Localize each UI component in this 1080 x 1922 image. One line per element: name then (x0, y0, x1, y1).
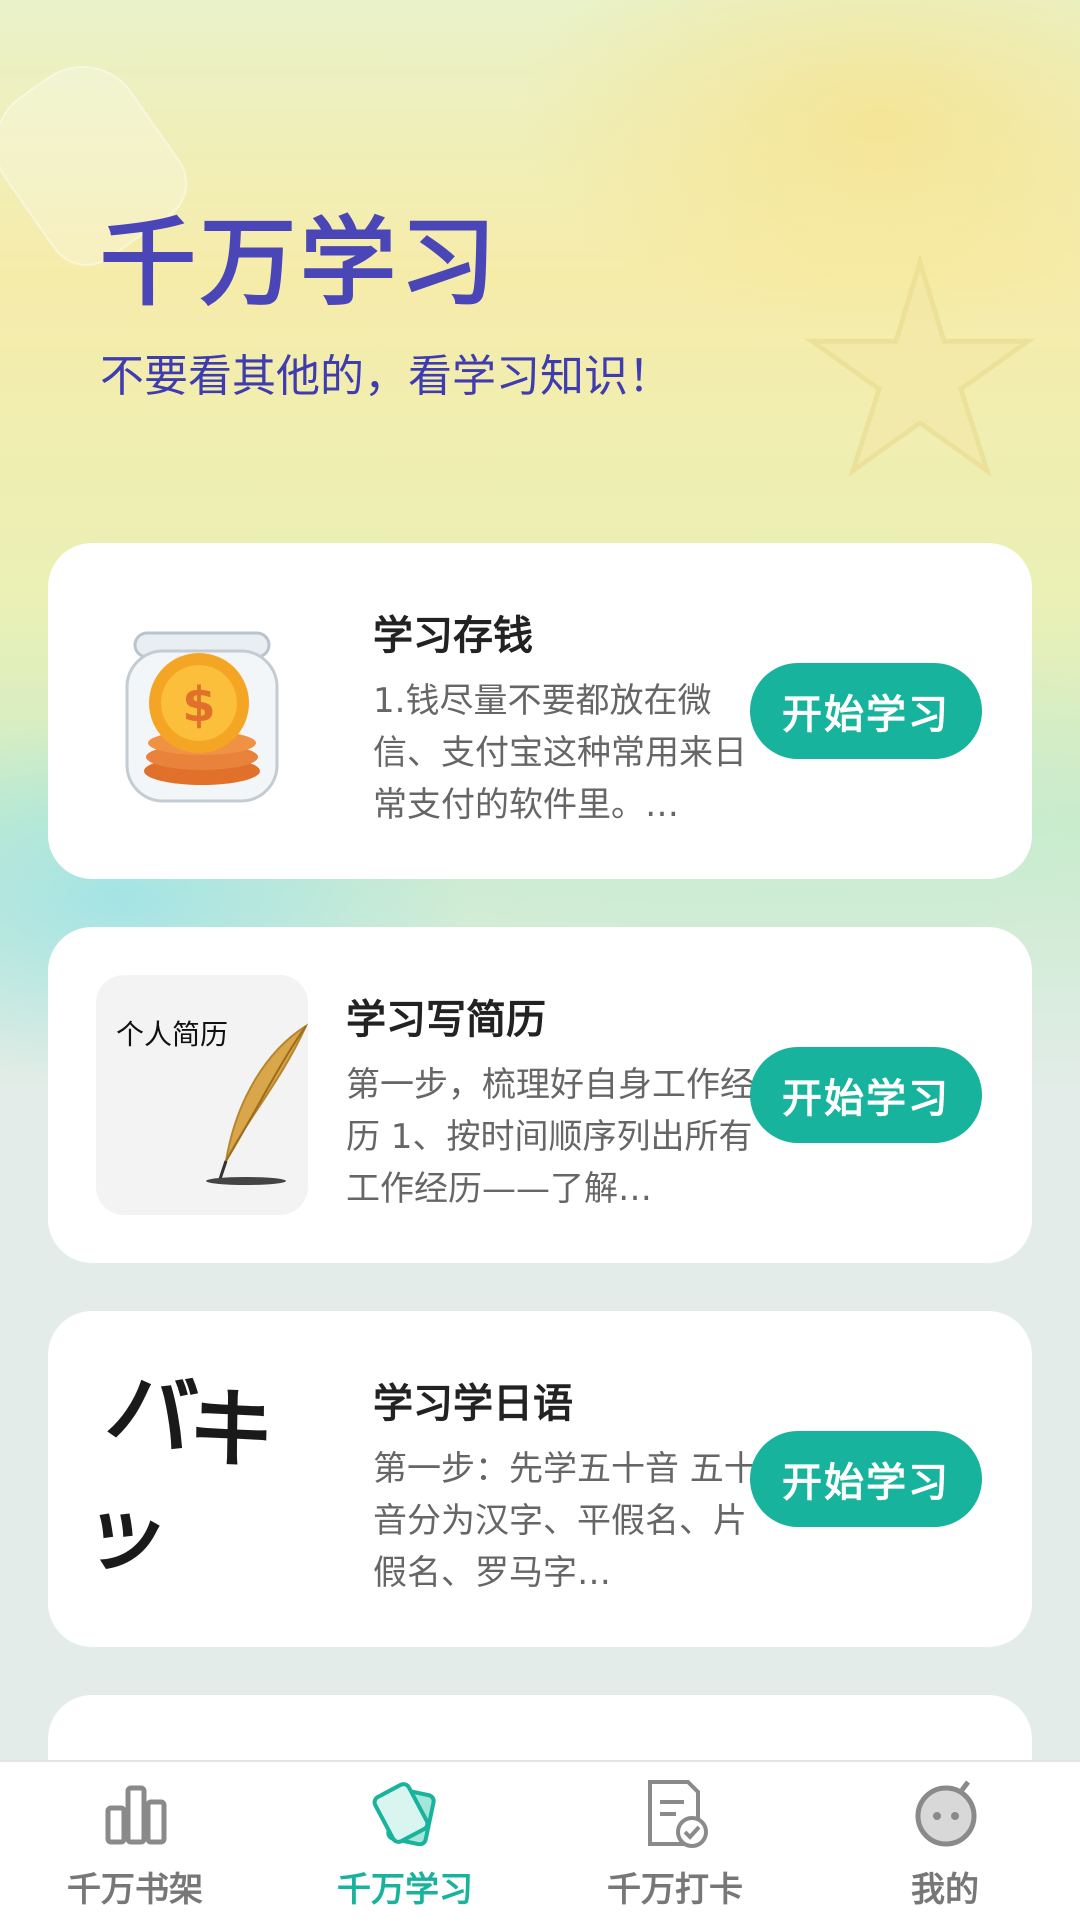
tab-label: 我的 (911, 1870, 979, 1910)
tab-checkin[interactable]: 千万打卡 (540, 1762, 810, 1922)
course-card-japanese[interactable]: バキッ 学习学日语 第一步：先学五十音 五十音分为汉字、平假名、片假名、罗马字…… (48, 1311, 1032, 1647)
start-learning-button[interactable]: 开始学习 (750, 663, 982, 759)
start-learning-button[interactable]: 开始学习 (750, 1431, 982, 1527)
course-thumbnail: 个人简历 (96, 975, 309, 1215)
course-description: 1.钱尽量不要都放在微信、支付宝这种常用来日常支付的软件里。… (373, 681, 747, 825)
course-thumbnail: $ (96, 591, 308, 831)
bottom-tab-bar: 千万书架 千万学习 千万打卡 我的 (0, 1760, 1080, 1922)
page-subtitle: 不要看其他的，看学习知识！ (100, 351, 672, 402)
course-card-resume[interactable]: 个人简历 学习写简历 第一步，梳理好自身工作经历 1、按时间顺序列出所有工作经历… (48, 927, 1032, 1263)
profile-face-icon (915, 1780, 977, 1847)
starfish-decoration-icon (804, 253, 1036, 477)
course-thumbnail: バキッ (73, 1355, 308, 1599)
bookshelf-icon (105, 1785, 167, 1845)
quill-pen-icon (206, 1023, 309, 1185)
coin-jar-icon: $ (125, 631, 279, 803)
svg-text:$: $ (182, 677, 215, 733)
course-title: 学习写简历 (346, 997, 546, 1043)
tab-learning[interactable]: 千万学习 (270, 1762, 540, 1922)
course-title: 学习学日语 (373, 1381, 573, 1427)
tab-bookshelf[interactable]: 千万书架 (0, 1762, 270, 1922)
course-title: 学习存钱 (373, 613, 533, 659)
tab-label: 千万打卡 (607, 1870, 743, 1910)
tab-label: 千万学习 (337, 1870, 473, 1910)
checkin-doc-icon (648, 1780, 708, 1848)
japanese-sfx-image-text: バキッ (73, 1355, 281, 1593)
tab-profile[interactable]: 我的 (810, 1762, 1080, 1922)
page-title: 千万学习 (100, 207, 500, 319)
course-description: 第一步，梳理好自身工作经历 1、按时间顺序列出所有工作经历——了解… (346, 1065, 754, 1209)
start-learning-button[interactable]: 开始学习 (750, 1047, 982, 1143)
cards-icon (372, 1782, 436, 1847)
course-card-saving[interactable]: $ 学习存钱 1.钱尽量不要都放在微信、支付宝这种常用来日常支付的软件里。… 开… (48, 543, 1032, 879)
course-description: 第一步：先学五十音 五十音分为汉字、平假名、片假名、罗马字… (373, 1449, 758, 1593)
tab-label: 千万书架 (67, 1870, 203, 1910)
